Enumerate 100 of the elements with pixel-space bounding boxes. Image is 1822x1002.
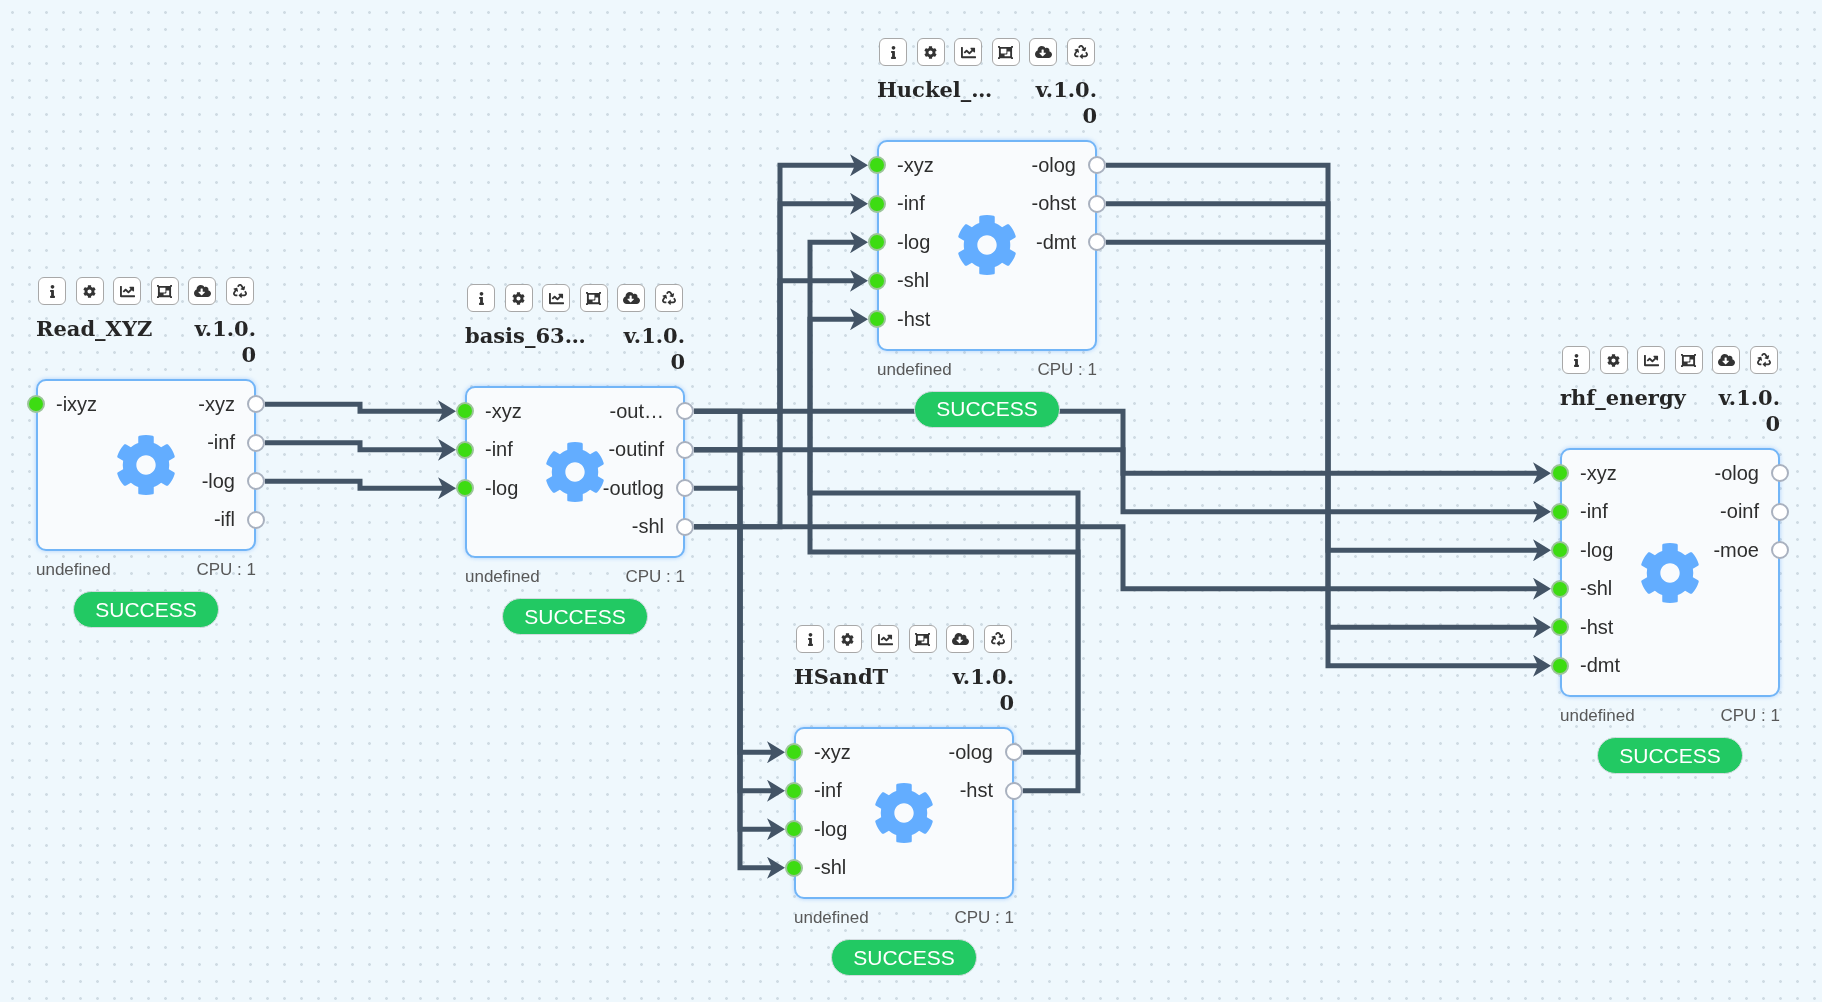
- input-port[interactable]: [785, 781, 803, 800]
- port-label: -xyz: [813, 740, 851, 764]
- node-info-text: undefined: [877, 359, 952, 380]
- output-port[interactable]: [676, 440, 694, 459]
- port-label: -inf: [207, 431, 236, 455]
- recycle-button[interactable]: [1066, 38, 1095, 66]
- output-port[interactable]: [676, 402, 694, 421]
- output-port[interactable]: [676, 517, 694, 536]
- recycle-button[interactable]: [1749, 346, 1778, 374]
- line-chart-icon: [119, 283, 135, 299]
- info-button[interactable]: [796, 625, 824, 653]
- input-port[interactable]: [1551, 464, 1569, 483]
- input-port[interactable]: [1551, 502, 1569, 521]
- download-button[interactable]: [188, 277, 217, 305]
- chart-button[interactable]: [113, 277, 142, 305]
- output-port[interactable]: [247, 472, 265, 491]
- port-label: -outlog: [602, 476, 665, 500]
- input-port[interactable]: [868, 194, 886, 213]
- port-label: -xyz: [1579, 461, 1617, 485]
- download-button[interactable]: [617, 284, 646, 312]
- input-port[interactable]: [1551, 656, 1569, 675]
- port-label: -log: [813, 817, 848, 841]
- input-port[interactable]: [1551, 618, 1569, 637]
- recycle-button[interactable]: [983, 625, 1012, 653]
- download-button[interactable]: [1029, 38, 1058, 66]
- recycle-icon: [1073, 45, 1088, 59]
- input-port[interactable]: [785, 743, 803, 762]
- info-button[interactable]: [879, 38, 907, 66]
- info-button[interactable]: [38, 277, 66, 305]
- port-label: -hst: [959, 779, 994, 803]
- port-label: -dmt: [1579, 654, 1620, 678]
- port-label: -inf: [1579, 500, 1608, 524]
- port-label: -ifl: [213, 508, 236, 532]
- info-button[interactable]: [1562, 346, 1590, 374]
- port-label: -xyz: [198, 392, 236, 416]
- cpu-label: CPU : 1: [1037, 359, 1097, 380]
- chart-button[interactable]: [871, 625, 900, 653]
- gear-icon: [83, 284, 97, 298]
- recycle-button[interactable]: [654, 284, 683, 312]
- download-button[interactable]: [946, 625, 975, 653]
- output-port[interactable]: [1088, 233, 1106, 252]
- group-button[interactable]: [908, 625, 937, 653]
- status-badge: SUCCESS: [73, 591, 219, 628]
- gear-icon: [1607, 353, 1621, 367]
- recycle-icon: [990, 632, 1005, 646]
- port-label: -shl: [631, 515, 665, 539]
- settings-button[interactable]: [916, 38, 945, 66]
- node-title: basis_63…: [465, 323, 586, 349]
- port-label: -dmt: [1036, 230, 1077, 254]
- cloud-download-icon: [951, 632, 969, 646]
- download-button[interactable]: [1712, 346, 1741, 374]
- port-label: -xyz: [896, 153, 934, 177]
- group-button[interactable]: [579, 284, 608, 312]
- object-group-icon: [586, 290, 602, 306]
- output-port[interactable]: [1005, 781, 1023, 800]
- input-port[interactable]: [868, 156, 886, 175]
- output-port[interactable]: [1771, 541, 1789, 560]
- recycle-icon: [661, 291, 676, 305]
- settings-button[interactable]: [75, 277, 104, 305]
- port-label: -inf: [813, 779, 842, 803]
- port-label: -xyz: [484, 399, 522, 423]
- output-port[interactable]: [1088, 194, 1106, 213]
- output-port[interactable]: [1771, 464, 1789, 483]
- input-port[interactable]: [785, 858, 803, 877]
- group-button[interactable]: [991, 38, 1020, 66]
- output-port[interactable]: [247, 433, 265, 452]
- input-port[interactable]: [456, 479, 474, 498]
- input-port[interactable]: [1551, 579, 1569, 598]
- output-port[interactable]: [247, 395, 265, 414]
- input-port[interactable]: [456, 402, 474, 421]
- chart-button[interactable]: [1637, 346, 1666, 374]
- port-label: -hst: [896, 307, 931, 331]
- output-port[interactable]: [676, 479, 694, 498]
- chart-button[interactable]: [954, 38, 983, 66]
- settings-button[interactable]: [833, 625, 862, 653]
- input-port[interactable]: [1551, 541, 1569, 560]
- object-group-icon: [915, 631, 931, 647]
- input-port[interactable]: [456, 440, 474, 459]
- input-port[interactable]: [868, 310, 886, 329]
- input-port[interactable]: [27, 395, 45, 414]
- settings-button[interactable]: [1599, 346, 1628, 374]
- chart-button[interactable]: [542, 284, 571, 312]
- group-button[interactable]: [150, 277, 179, 305]
- node-info-text: undefined: [1560, 706, 1635, 726]
- node-version: v.1.0.0: [951, 664, 1014, 716]
- settings-button[interactable]: [504, 284, 533, 312]
- cpu-label: CPU : 1: [954, 908, 1014, 928]
- output-port[interactable]: [247, 510, 265, 529]
- gear-icon: [956, 214, 1018, 277]
- info-button[interactable]: [467, 284, 495, 312]
- output-port[interactable]: [1005, 743, 1023, 762]
- input-port[interactable]: [868, 233, 886, 252]
- input-port[interactable]: [868, 271, 886, 290]
- output-port[interactable]: [1088, 156, 1106, 175]
- port-label: -shl: [896, 269, 930, 293]
- recycle-button[interactable]: [225, 277, 254, 305]
- port-label: -olog: [1031, 153, 1077, 177]
- output-port[interactable]: [1771, 502, 1789, 521]
- group-button[interactable]: [1674, 346, 1703, 374]
- input-port[interactable]: [785, 820, 803, 839]
